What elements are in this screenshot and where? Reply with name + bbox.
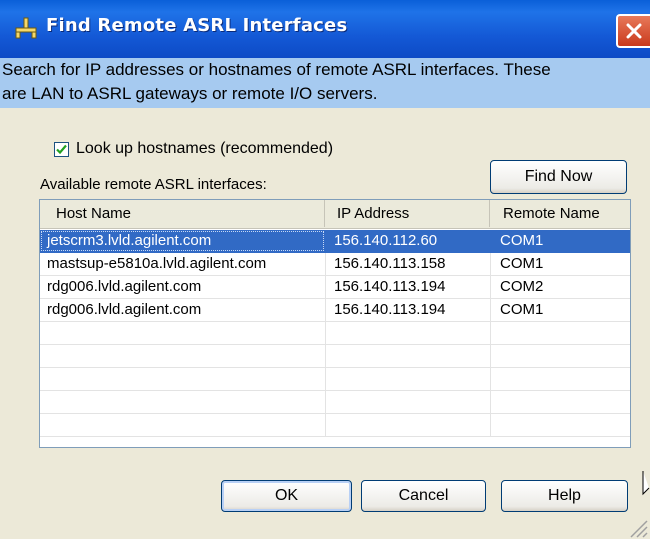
column-header-host-name[interactable]: Host Name (40, 200, 325, 227)
empty-cell (325, 345, 490, 367)
empty-cell (40, 368, 325, 390)
lookup-hostnames-label[interactable]: Look up hostnames (recommended) (76, 140, 333, 158)
remote-name-cell: COM1 (490, 299, 630, 321)
empty-cell (40, 414, 325, 436)
table-row[interactable]: mastsup-e5810a.lvld.agilent.com 156.140.… (40, 253, 630, 276)
empty-row (40, 345, 630, 368)
empty-row (40, 391, 630, 414)
mouse-pointer-icon (642, 471, 650, 496)
ip-address-cell: 156.140.112.60 (325, 230, 490, 252)
close-button[interactable] (616, 14, 650, 48)
empty-cell (490, 322, 630, 344)
ok-button[interactable]: OK (221, 480, 352, 512)
host-name-cell: rdg006.lvld.agilent.com (47, 301, 202, 318)
remote-name-cell: COM1 (490, 230, 630, 252)
table-row[interactable]: rdg006.lvld.agilent.com 156.140.113.194 … (40, 276, 630, 299)
empty-cell (40, 345, 325, 367)
empty-cell (40, 322, 325, 344)
host-name-cell: rdg006.lvld.agilent.com (47, 278, 202, 295)
column-header-remote-name[interactable]: Remote Name (490, 200, 630, 227)
ip-address-cell: 156.140.113.158 (325, 253, 490, 275)
empty-row (40, 322, 630, 345)
remote-name-cell: COM2 (490, 276, 630, 298)
description-line-1: Search for IP addresses or hostnames of … (2, 60, 551, 79)
cancel-button[interactable]: Cancel (361, 480, 486, 512)
network-connector-icon (15, 17, 37, 39)
window-title: Find Remote ASRL Interfaces (46, 15, 348, 36)
ip-address-cell: 156.140.113.194 (325, 276, 490, 298)
description-line-2: are LAN to ASRL gateways or remote I/O s… (2, 84, 378, 103)
ip-address-cell: 156.140.113.194 (325, 299, 490, 321)
available-interfaces-label: Available remote ASRL interfaces: (40, 176, 267, 193)
empty-cell (325, 368, 490, 390)
interfaces-list[interactable]: Host Name IP Address Remote Name jetscrm… (39, 199, 631, 448)
empty-cell (325, 391, 490, 413)
empty-cell (490, 391, 630, 413)
description-banner: Search for IP addresses or hostnames of … (0, 58, 650, 108)
empty-cell (490, 368, 630, 390)
close-icon (626, 23, 642, 39)
dialog-window: Find Remote ASRL Interfaces Search for I… (0, 0, 650, 539)
empty-cell (490, 345, 630, 367)
host-name-cell: mastsup-e5810a.lvld.agilent.com (47, 255, 267, 272)
empty-cell (490, 414, 630, 436)
table-row[interactable]: jetscrm3.lvld.agilent.com 156.140.112.60… (40, 230, 630, 253)
empty-row (40, 414, 630, 437)
resize-grip-icon[interactable] (626, 516, 648, 538)
empty-cell (40, 391, 325, 413)
find-now-button[interactable]: Find Now (490, 160, 627, 194)
table-row[interactable]: rdg006.lvld.agilent.com 156.140.113.194 … (40, 299, 630, 322)
lookup-hostnames-checkbox[interactable] (54, 142, 69, 157)
column-header-ip-address[interactable]: IP Address (325, 200, 490, 227)
checkmark-icon (56, 144, 67, 155)
host-name-cell: jetscrm3.lvld.agilent.com (40, 230, 325, 252)
empty-cell (325, 414, 490, 436)
empty-row (40, 368, 630, 391)
title-bar[interactable]: Find Remote ASRL Interfaces (0, 0, 650, 60)
remote-name-cell: COM1 (490, 253, 630, 275)
empty-cell (325, 322, 490, 344)
list-header: Host Name IP Address Remote Name (40, 200, 630, 229)
help-button[interactable]: Help (501, 480, 628, 512)
